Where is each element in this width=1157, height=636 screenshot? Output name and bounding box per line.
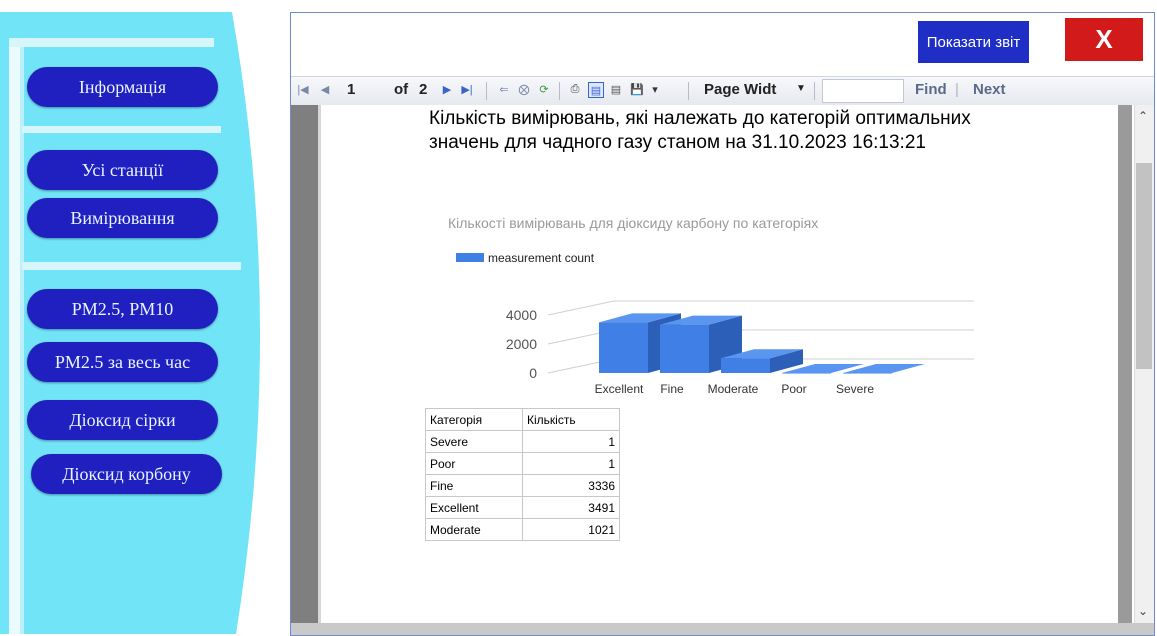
table-cell: 1 — [522, 430, 620, 453]
y-tick-label: 2000 — [506, 336, 537, 352]
page-setup-icon[interactable]: ▤ — [609, 82, 623, 96]
x-tick-label: Fine — [660, 382, 684, 396]
zoom-select[interactable]: Page Widt — [704, 81, 776, 98]
report-header-bar: Показати звіт X — [291, 13, 1154, 75]
table-row: Moderate 1021 — [425, 518, 620, 541]
table-cell: Кількість — [522, 408, 620, 431]
sidebar-item-pm25-pm10[interactable]: PM2.5, PM10 — [27, 289, 218, 329]
bar — [660, 324, 709, 373]
print-layout-icon[interactable]: ▤ — [588, 82, 604, 98]
x-tick-label: Poor — [781, 382, 806, 396]
table-cell: 1021 — [522, 518, 620, 541]
export-dropdown-icon[interactable]: ▾ — [648, 82, 662, 96]
report-viewer: ⌃ ⌄ Кількість вимірювань, які належать д… — [291, 105, 1154, 635]
first-page-icon[interactable]: |◀ — [296, 82, 310, 96]
stop-icon[interactable]: ⨂ — [517, 82, 531, 96]
legend-label: measurement count — [488, 251, 595, 265]
table-cell: 1 — [522, 452, 620, 475]
sidebar-item-pm25-all-time[interactable]: PM2.5 за весь час — [27, 342, 218, 382]
page-of-label: of — [394, 81, 409, 98]
sidebar-item-measurements[interactable]: Вимірювання — [27, 198, 218, 238]
print-icon[interactable]: ⎙ — [568, 82, 582, 96]
find-separator: | — [955, 81, 959, 98]
bar — [599, 322, 648, 373]
scroll-up-icon[interactable]: ⌃ — [1138, 109, 1148, 123]
back-icon[interactable]: ⇐ — [497, 82, 511, 96]
table-cell: 3336 — [522, 474, 620, 497]
table-cell: Moderate — [425, 518, 523, 541]
x-tick-label: Excellent — [595, 382, 644, 396]
bar — [721, 358, 770, 373]
prev-page-icon[interactable]: ◀ — [318, 82, 332, 96]
table-cell: Категорія — [425, 408, 523, 431]
report-panel: Показати звіт X |◀ ◀ 1 of 2 ▶ ▶| ⇐ ⨂ ⟳ ⎙… — [290, 12, 1155, 636]
sidebar-item-all-stations[interactable]: Усі станції — [27, 150, 218, 190]
export-icon[interactable]: 💾 — [630, 82, 644, 96]
refresh-icon[interactable]: ⟳ — [537, 82, 551, 96]
category-table: Категорія Кількість Severe 1 Poor 1 Fine 3336 Ex… — [425, 408, 620, 541]
chart-title: Кількості вимірювань для діоксиду карбон… — [448, 215, 818, 231]
table-row: Poor 1 — [425, 452, 620, 475]
bar — [843, 372, 892, 374]
find-link[interactable]: Find — [915, 81, 947, 98]
report-toolbar: |◀ ◀ 1 of 2 ▶ ▶| ⇐ ⨂ ⟳ ⎙ ▤ ▤ 💾 ▾ Page Wi… — [291, 76, 1154, 106]
vertical-scrollbar-thumb[interactable] — [1136, 163, 1152, 369]
table-header-row: Категорія Кількість — [425, 408, 620, 431]
measurements-bar-chart: Кількості вимірювань для діоксиду карбон… — [448, 215, 974, 396]
table-row: Excellent 3491 — [425, 496, 620, 519]
close-button[interactable]: X — [1065, 18, 1143, 61]
x-tick-label: Moderate — [708, 382, 759, 396]
scroll-down-icon[interactable]: ⌄ — [1138, 604, 1148, 618]
table-cell: 3491 — [522, 496, 620, 519]
page-total-label: 2 — [419, 81, 428, 98]
y-tick-label: 0 — [529, 365, 537, 381]
gridline-diagonal — [547, 300, 615, 316]
bar — [782, 372, 831, 374]
table-cell: Fine — [425, 474, 523, 497]
sidebar-item-carbon-dioxide[interactable]: Діоксид корбону — [31, 454, 222, 494]
table-cell: Poor — [425, 452, 523, 475]
y-tick-label: 4000 — [506, 307, 537, 323]
last-page-icon[interactable]: ▶| — [460, 82, 474, 96]
legend-swatch — [456, 253, 484, 262]
next-link[interactable]: Next — [973, 81, 1006, 98]
horizontal-scrollbar[interactable] — [291, 623, 1154, 635]
sidebar-item-information[interactable]: Інформація — [27, 67, 218, 107]
zoom-dropdown-icon[interactable]: ▼ — [796, 83, 806, 94]
table-cell: Excellent — [425, 496, 523, 519]
table-cell: Severe — [425, 430, 523, 453]
page-number-input[interactable]: 1 — [347, 81, 355, 98]
show-report-button[interactable]: Показати звіт — [918, 21, 1029, 63]
sidebar-item-sulfur-dioxide[interactable]: Діоксид сірки — [27, 400, 218, 440]
find-input[interactable] — [822, 79, 904, 103]
table-row: Fine 3336 — [425, 474, 620, 497]
viewer-right-margin — [1118, 105, 1132, 623]
x-tick-label: Severe — [836, 382, 874, 396]
next-page-icon[interactable]: ▶ — [440, 82, 454, 96]
table-row: Severe 1 — [425, 430, 620, 453]
